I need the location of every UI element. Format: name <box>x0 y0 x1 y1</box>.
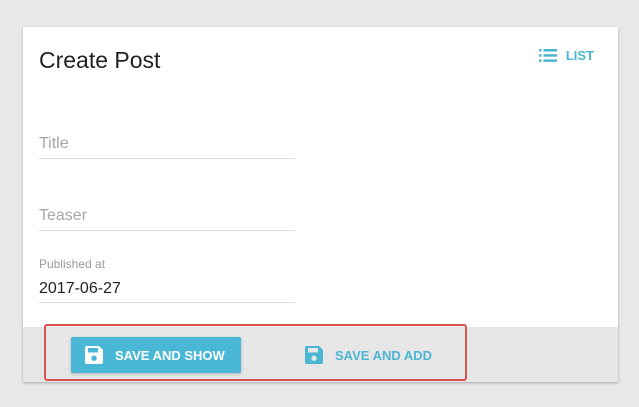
save-icon <box>305 346 323 364</box>
form-toolbar: SAVE AND SHOW SAVE AND ADD <box>23 327 618 382</box>
save-and-show-label: SAVE AND SHOW <box>115 347 225 363</box>
save-and-add-button[interactable]: SAVE AND ADD <box>305 337 432 373</box>
published-at-label: Published at <box>39 257 106 271</box>
teaser-underline <box>39 230 295 231</box>
published-at-underline <box>39 302 295 303</box>
create-post-card: Create Post LIST Published at <box>23 27 618 382</box>
published-at-field: Published at <box>39 257 295 303</box>
list-icon <box>538 48 557 62</box>
title-underline <box>39 158 295 159</box>
teaser-field <box>39 203 295 231</box>
list-button[interactable]: LIST <box>538 45 594 65</box>
title-input[interactable] <box>39 133 295 155</box>
title-field <box>39 131 295 159</box>
published-at-input[interactable] <box>39 278 295 300</box>
save-icon <box>85 346 103 364</box>
list-button-label: LIST <box>565 47 594 63</box>
save-and-add-label: SAVE AND ADD <box>335 347 433 363</box>
page-title: Create Post <box>39 47 161 73</box>
save-and-show-button[interactable]: SAVE AND SHOW <box>71 337 241 373</box>
teaser-input[interactable] <box>39 205 295 227</box>
